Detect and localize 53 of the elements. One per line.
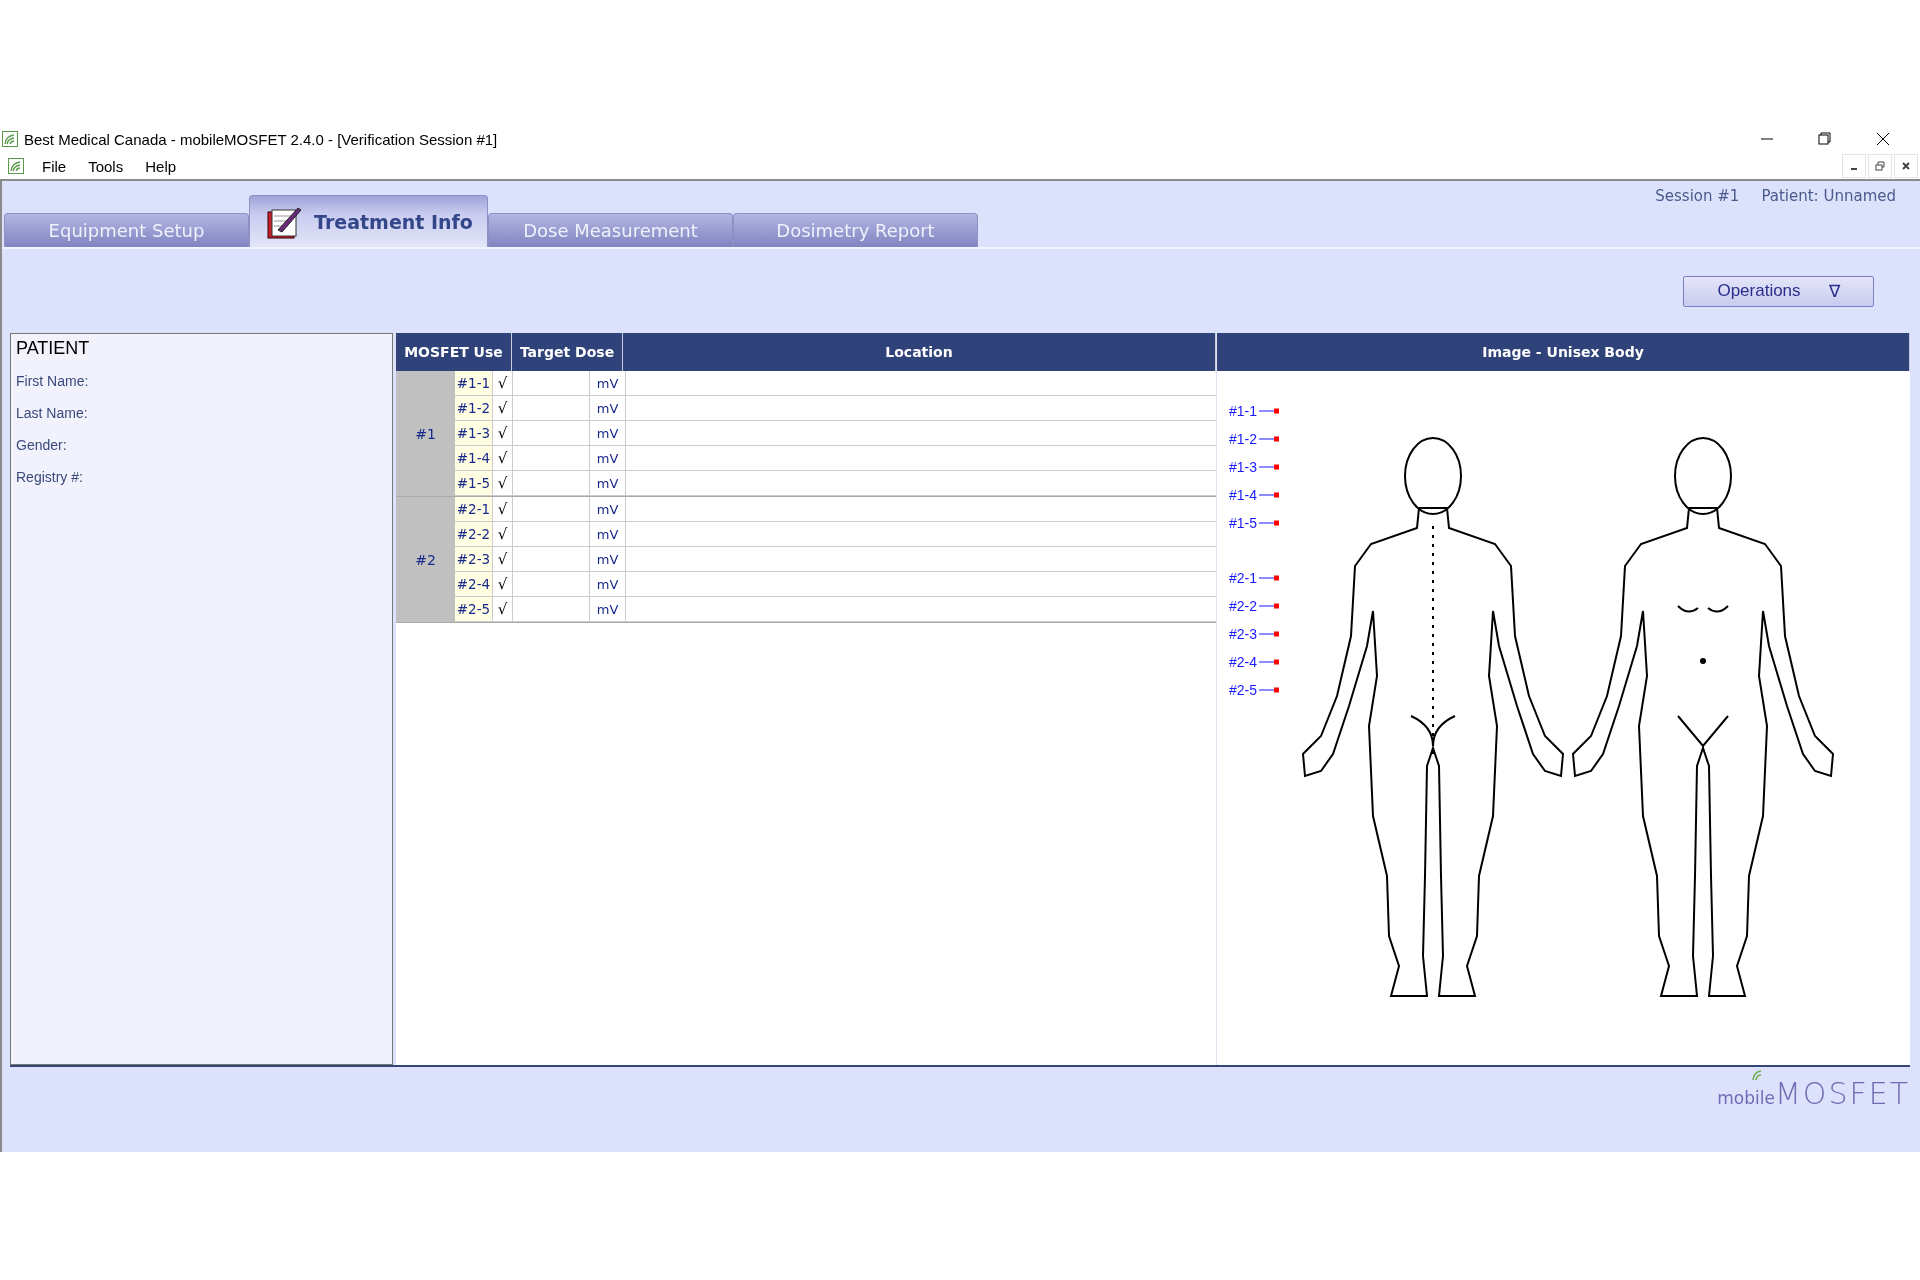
menu-item[interactable]: Tools [84,157,128,175]
field-label: Last Name: [16,405,89,421]
sensor-cell: #2-1 [455,497,493,521]
sensor-cell: #2-5 [455,597,493,621]
sensor-cell: #1-5 [455,471,493,495]
group-cell: #1 [396,371,455,496]
marker-pin-icon [1259,630,1280,637]
group-cell: #2 [396,497,455,622]
marker-pin-icon [1259,519,1280,526]
sensor-cell: #1-2 [455,396,493,420]
marker-pin-icon [1259,463,1280,470]
marker-label: #2-3 [1229,625,1258,642]
marker-label: #1-1 [1229,402,1258,419]
close-icon[interactable] [1894,154,1918,178]
sensor-cell: #2-4 [455,572,493,596]
window-title: Best Medical Canada - mobileMOSFET 2.4.0 - [Verification Session #1] [24,130,499,148]
column-header: Target Dose [512,333,623,371]
marker-label: #2-4 [1229,653,1258,670]
marker-label: #1-4 [1229,486,1258,503]
marker-label: #2-1 [1229,569,1258,586]
marker-pin-icon [1259,407,1280,414]
marker-label: #1-5 [1229,514,1258,531]
marker-label: #1-2 [1229,430,1258,447]
menu-item[interactable]: File [38,157,71,175]
app-icon [8,158,24,174]
sensor-cell: #1-3 [455,421,493,445]
product-logo: mobile MOSFET [1717,1069,1910,1113]
menu-item[interactable]: Help [141,157,181,175]
marker-label: #1-3 [1229,458,1258,475]
column-header: MOSFET Use [396,333,512,371]
column-header: Location [623,333,1216,371]
minimize-icon[interactable] [1842,154,1866,178]
patient-status: Patient: Unnamed [1761,187,1896,207]
sensor-cell: #2-2 [455,522,493,546]
session-label: Session #1 [1655,187,1740,207]
tab[interactable]: Treatment Info [249,195,488,247]
marker-label: #2-5 [1229,681,1258,698]
marker-label: #2-2 [1229,597,1258,614]
marker-pin-icon [1259,574,1280,581]
marker-pin-icon [1259,491,1280,498]
sensor-cell: #2-3 [455,547,493,571]
marker-pin-icon [1259,435,1280,442]
field-label: Registry #: [16,469,84,485]
sensor-cell: #1-1 [455,371,493,395]
marker-pin-icon [1259,686,1280,693]
marker-pin-icon [1259,602,1280,609]
marker-pin-icon [1259,658,1280,665]
panel-title: PATIENT [16,338,91,359]
field-label: Gender: [16,437,68,453]
column-header: Image - Unisex Body [1217,333,1910,371]
field-label: First Name: [16,373,90,389]
operations-button[interactable]: Operations ∇ [1683,275,1874,307]
sensor-cell: #1-4 [455,446,493,470]
